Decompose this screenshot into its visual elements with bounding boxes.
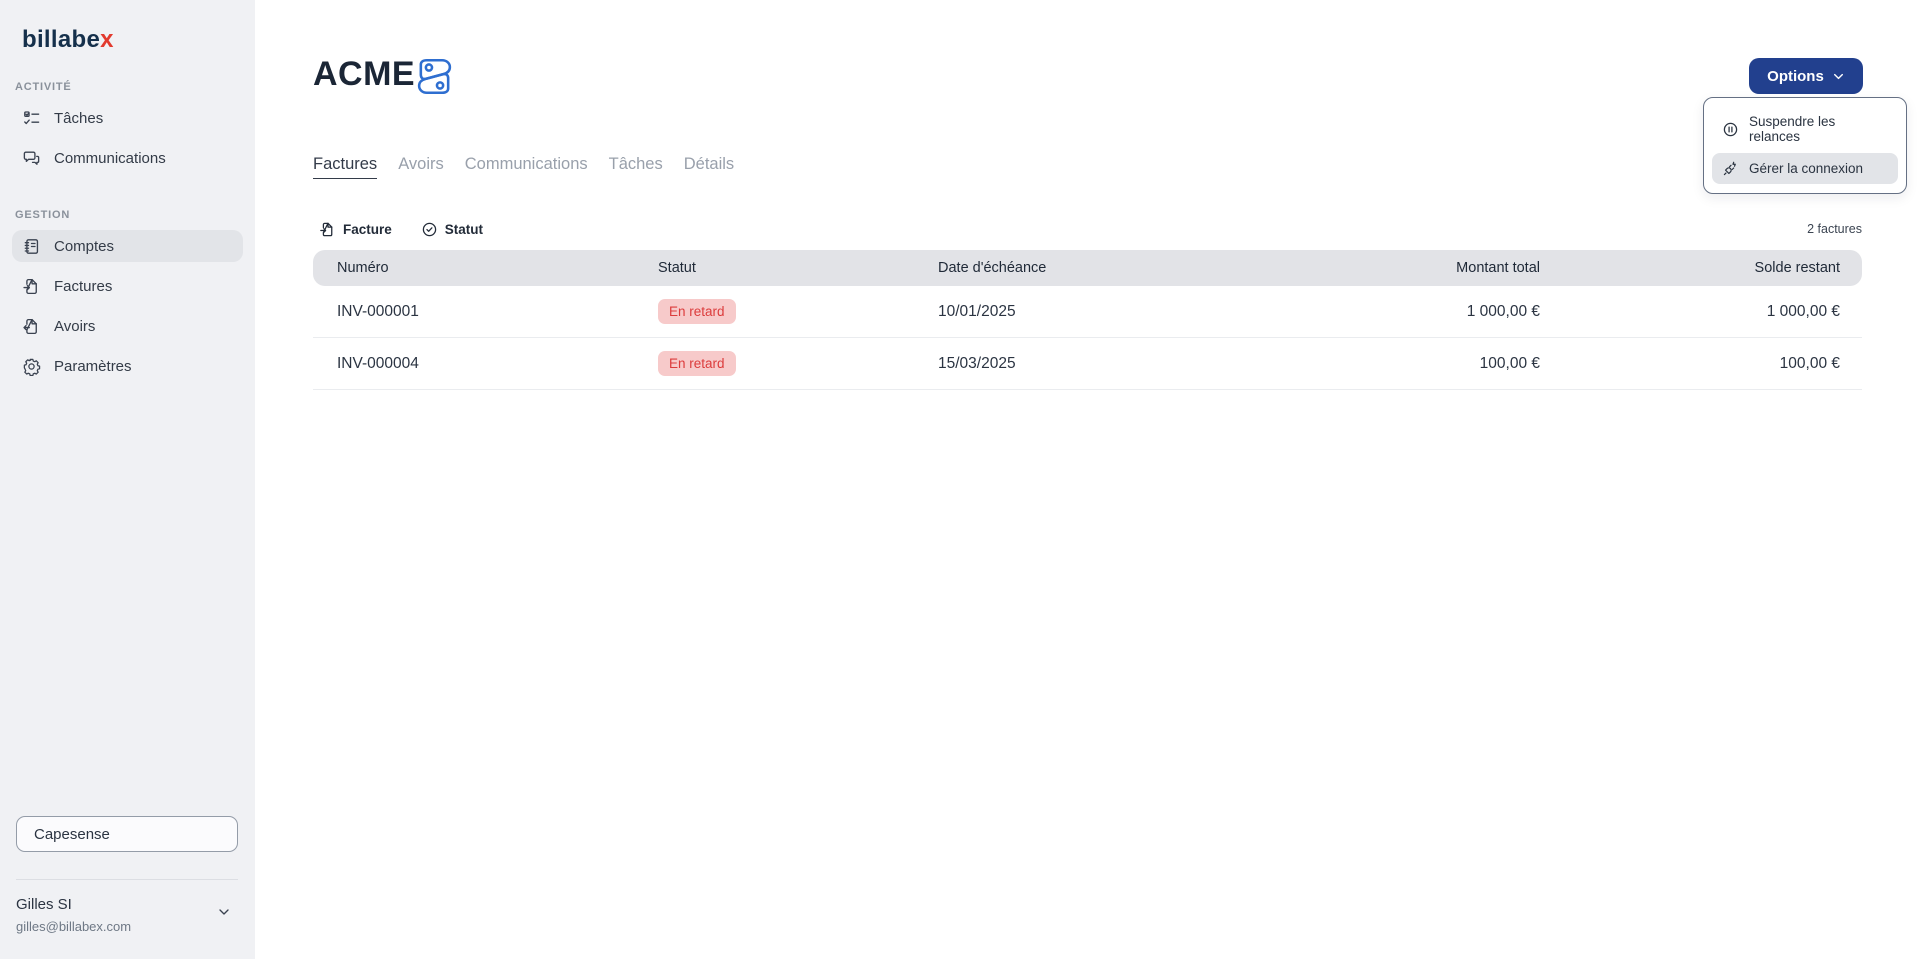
- sidebar-divider: [16, 879, 238, 880]
- sidebar-item-taches[interactable]: Tâches: [12, 103, 243, 133]
- sidebar-item-communications[interactable]: Communications: [12, 143, 243, 173]
- table-row[interactable]: INV-000004 En retard 15/03/2025 100,00 €…: [313, 338, 1862, 390]
- invoices-table: Numéro Statut Date d'échéance Montant to…: [313, 250, 1862, 390]
- cell-solde: 1 000,00 €: [1766, 302, 1840, 320]
- sidebar-item-label: Avoirs: [54, 317, 96, 335]
- invoice-count: 2 factures: [1807, 222, 1862, 236]
- status-badge: En retard: [658, 299, 736, 324]
- invoice-icon: [319, 221, 336, 238]
- filter-statut[interactable]: Statut: [421, 221, 483, 238]
- logo-accent: x: [100, 26, 114, 53]
- chat-bubbles-icon: [22, 149, 41, 168]
- col-numero: Numéro: [337, 260, 389, 276]
- pause-circle-icon: [1722, 121, 1739, 138]
- sidebar: billabex ACTIVITÉ Tâches Communications …: [0, 0, 255, 959]
- sidebar-item-comptes[interactable]: Comptes: [12, 230, 243, 262]
- col-statut: Statut: [658, 260, 696, 276]
- tab-communications[interactable]: Communications: [465, 155, 588, 179]
- sidebar-item-label: Paramètres: [54, 357, 132, 375]
- ledger-icon: [22, 237, 41, 256]
- filter-label: Facture: [343, 222, 392, 237]
- cell-solde: 100,00 €: [1779, 354, 1840, 372]
- cell-numero: INV-000001: [337, 302, 419, 320]
- sidebar-item-label: Factures: [54, 277, 113, 295]
- file-export-icon: [22, 317, 41, 336]
- sidebar-section-gestion: GESTION: [15, 209, 71, 221]
- status-badge: En retard: [658, 351, 736, 376]
- filter-row: Facture Statut: [319, 221, 483, 238]
- options-button-label: Options: [1767, 67, 1824, 85]
- plug-zap-icon: [1722, 160, 1739, 177]
- chevron-down-icon: [216, 904, 232, 920]
- sidebar-item-factures[interactable]: Factures: [12, 271, 243, 301]
- cell-numero: INV-000004: [337, 354, 419, 372]
- table-header: Numéro Statut Date d'échéance Montant to…: [313, 250, 1862, 286]
- chevron-down-icon: [1832, 70, 1845, 83]
- billabex-logo: billabex: [22, 26, 114, 54]
- cell-statut: En retard: [658, 351, 938, 376]
- cell-date: 15/03/2025: [938, 354, 1016, 372]
- menu-item-suspendre-relances[interactable]: Suspendre les relances: [1712, 107, 1898, 151]
- status-check-icon: [421, 221, 438, 238]
- cell-date: 10/01/2025: [938, 302, 1016, 320]
- cell-statut: En retard: [658, 299, 938, 324]
- tab-factures[interactable]: Factures: [313, 155, 378, 179]
- menu-item-gerer-connexion[interactable]: Gérer la connexion: [1712, 153, 1898, 184]
- options-menu: Suspendre les relances Gérer la connexio…: [1703, 97, 1907, 194]
- gear-icon: [22, 357, 41, 376]
- account-tabs: Factures Avoirs Communications Tâches Dé…: [313, 155, 734, 179]
- menu-item-label: Gérer la connexion: [1749, 161, 1864, 176]
- sidebar-item-parametres[interactable]: Paramètres: [12, 351, 243, 381]
- user-name: Gilles SI: [16, 896, 72, 913]
- checklist-icon: [22, 109, 41, 128]
- options-button[interactable]: Options: [1749, 58, 1863, 94]
- col-montant-total: Montant total: [1456, 260, 1540, 276]
- company-selector-value: Capesense: [34, 825, 110, 843]
- cell-montant: 1 000,00 €: [1466, 302, 1540, 320]
- company-selector[interactable]: Capesense: [16, 816, 238, 852]
- page-title: ACME: [313, 55, 416, 93]
- sidebar-item-label: Comptes: [54, 237, 115, 255]
- filter-label: Statut: [444, 222, 484, 237]
- cell-montant: 100,00 €: [1479, 354, 1540, 372]
- user-email: gilles@billabex.com: [16, 919, 132, 934]
- logo-text: billabe: [22, 26, 101, 53]
- tab-avoirs[interactable]: Avoirs: [398, 155, 444, 179]
- sidebar-item-avoirs[interactable]: Avoirs: [12, 311, 243, 341]
- sidebar-item-label: Tâches: [54, 109, 104, 127]
- file-import-icon: [22, 277, 41, 296]
- tab-taches[interactable]: Tâches: [609, 155, 663, 179]
- col-date-echeance: Date d'échéance: [938, 260, 1047, 276]
- sidebar-item-label: Communications: [54, 149, 166, 167]
- tab-details[interactable]: Détails: [684, 155, 734, 179]
- menu-item-label: Suspendre les relances: [1749, 114, 1836, 144]
- filter-facture[interactable]: Facture: [319, 221, 392, 238]
- sidebar-section-activite: ACTIVITÉ: [15, 81, 72, 93]
- zoho-books-icon: [414, 56, 455, 97]
- user-menu[interactable]: Gilles SI gilles@billabex.com: [0, 890, 255, 950]
- col-solde-restant: Solde restant: [1754, 260, 1840, 276]
- table-row[interactable]: INV-000001 En retard 10/01/2025 1 000,00…: [313, 286, 1862, 338]
